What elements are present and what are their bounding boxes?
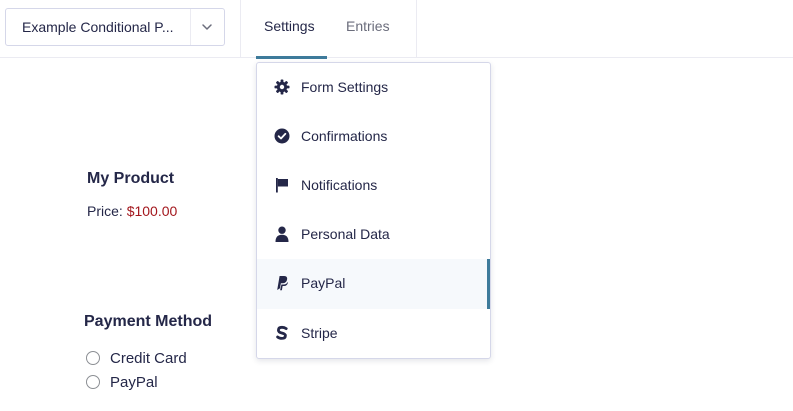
menu-item-confirmations[interactable]: Confirmations — [257, 112, 490, 161]
tab-entries[interactable]: Entries — [346, 18, 390, 34]
payment-option-credit-card[interactable]: Credit Card — [86, 349, 187, 367]
menu-item-label: Confirmations — [301, 128, 388, 144]
form-selector-dropdown[interactable]: Example Conditional P... — [5, 8, 225, 46]
menu-item-label: PayPal — [301, 275, 346, 291]
menu-item-label: Stripe — [301, 325, 338, 341]
menu-item-stripe[interactable]: Stripe — [257, 309, 490, 358]
menu-item-label: Personal Data — [301, 226, 390, 242]
check-circle-icon — [274, 128, 290, 144]
product-title: My Product — [87, 170, 175, 187]
paypal-label[interactable]: PayPal — [110, 374, 158, 391]
price-label: Price: — [87, 203, 123, 219]
flag-icon — [276, 178, 288, 193]
payment-method-title: Payment Method — [84, 313, 213, 330]
credit-card-label[interactable]: Credit Card — [110, 350, 187, 367]
form-selector-divider — [190, 9, 191, 45]
stripe-icon — [276, 325, 288, 340]
payment-option-paypal[interactable]: PayPal — [86, 373, 158, 391]
menu-item-personal-data[interactable]: Personal Data — [257, 210, 490, 259]
menu-item-label: Form Settings — [301, 79, 389, 95]
toolbar-divider-right — [416, 0, 417, 58]
menu-item-notifications[interactable]: Notifications — [257, 161, 490, 210]
settings-dropdown-menu: Form Settings Confirmations Notification… — [256, 62, 491, 359]
user-icon — [275, 226, 289, 242]
price-amount: $100.00 — [126, 203, 178, 219]
credit-card-radio[interactable] — [86, 351, 100, 365]
chevron-down-icon[interactable] — [201, 21, 213, 33]
product-price: Price: $100.00 — [87, 203, 177, 219]
menu-item-form-settings[interactable]: Form Settings — [257, 63, 490, 112]
paypal-radio[interactable] — [86, 375, 100, 389]
menu-item-paypal[interactable]: PayPal — [257, 259, 490, 309]
active-tab-indicator — [256, 56, 327, 59]
tab-settings[interactable]: Settings — [264, 18, 315, 34]
form-selector-value: Example Conditional P... — [22, 19, 174, 35]
top-toolbar: Example Conditional P... Settings Entrie… — [0, 0, 793, 59]
gear-icon — [274, 79, 290, 95]
paypal-icon — [277, 276, 288, 291]
toolbar-divider-left — [240, 0, 241, 58]
menu-item-label: Notifications — [301, 177, 378, 193]
